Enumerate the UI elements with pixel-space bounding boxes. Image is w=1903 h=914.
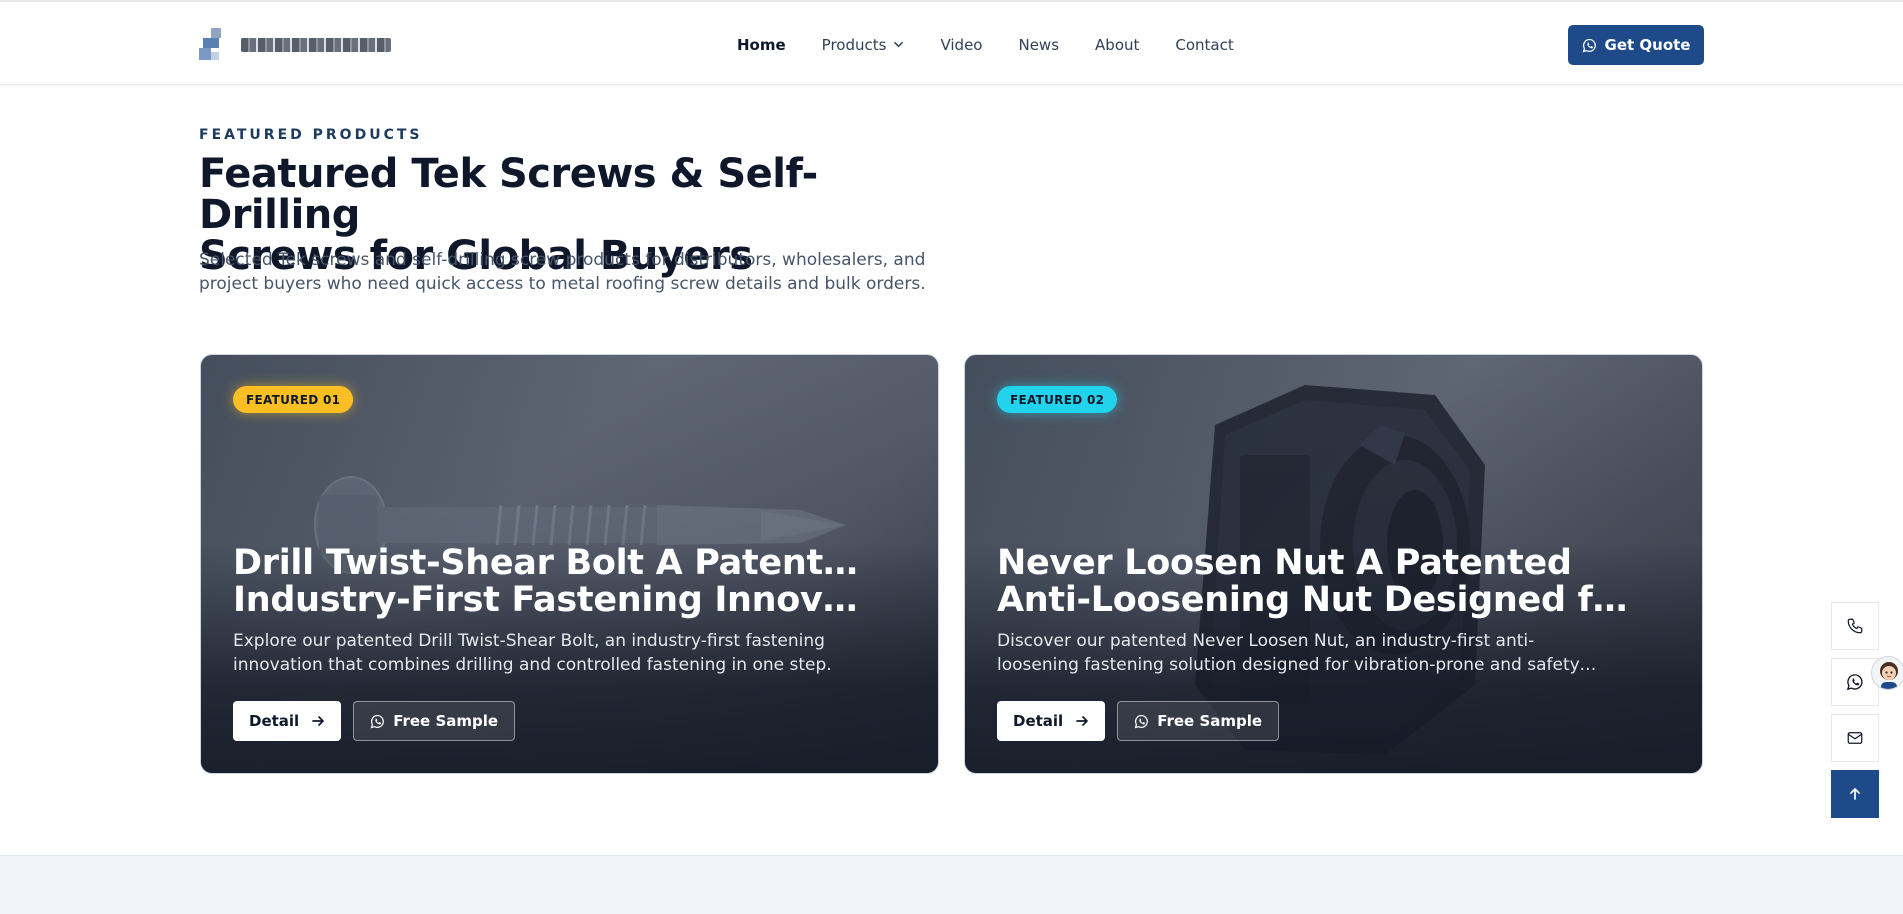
nav-about[interactable]: About bbox=[1095, 36, 1139, 54]
free-sample-button[interactable]: Free Sample bbox=[1117, 701, 1280, 741]
nav-home[interactable]: Home bbox=[737, 36, 786, 54]
card-badge: FEATURED 01 bbox=[233, 386, 354, 413]
support-agent-icon bbox=[1880, 662, 1898, 689]
arrow-right-icon bbox=[312, 716, 325, 726]
card-description: Explore our patented Drill Twist-Shear B… bbox=[233, 629, 833, 677]
card-description-line-1: Explore our patented Drill Twist-Shear B… bbox=[233, 631, 825, 651]
free-sample-label: Free Sample bbox=[393, 712, 499, 730]
nav-video[interactable]: Video bbox=[940, 36, 982, 54]
nav-news-label: News bbox=[1018, 35, 1060, 54]
nav-video-label: Video bbox=[940, 35, 983, 54]
free-sample-label: Free Sample bbox=[1157, 712, 1263, 730]
nav-news[interactable]: News bbox=[1018, 36, 1059, 54]
nav-home-label: Home bbox=[737, 35, 786, 54]
nav-contact[interactable]: Contact bbox=[1175, 36, 1233, 54]
get-quote-button[interactable]: Get Quote bbox=[1568, 25, 1704, 65]
card-actions: Detail Free Sample bbox=[997, 701, 1280, 741]
card-badge: FEATURED 02 bbox=[997, 386, 1118, 413]
mail-icon bbox=[1847, 732, 1863, 744]
phone-icon bbox=[1847, 618, 1863, 634]
whatsapp-icon bbox=[1582, 38, 1596, 52]
nav-contact-label: Contact bbox=[1175, 35, 1234, 54]
featured-card-1[interactable]: FEATURED 01 Drill Twist-Shear Bolt A Pat… bbox=[200, 354, 939, 774]
whatsapp-icon bbox=[1134, 714, 1149, 728]
detail-label: Detail bbox=[1013, 712, 1064, 730]
whatsapp-icon bbox=[1846, 674, 1863, 691]
float-mail-button[interactable] bbox=[1831, 714, 1879, 762]
whatsapp-icon bbox=[370, 714, 385, 728]
card-title-line-2: Industry-First Fastening Innovation bbox=[233, 582, 873, 619]
card-title[interactable]: Never Loosen Nut A Patented Anti-Looseni… bbox=[997, 545, 1637, 619]
card-description-line-2: loosening fastening solution designed fo… bbox=[997, 655, 1597, 675]
section-title-line-1: Featured Tek Screws & Self-Drilling bbox=[199, 151, 818, 238]
detail-button[interactable]: Detail bbox=[233, 701, 342, 741]
featured-card-2[interactable]: FEATURED 02 Never Loosen Nut A Patented … bbox=[964, 354, 1703, 774]
free-sample-button[interactable]: Free Sample bbox=[353, 701, 516, 741]
back-to-top-button[interactable] bbox=[1831, 770, 1879, 818]
section-eyebrow: FEATURED PRODUCTS bbox=[199, 127, 423, 143]
card-actions: Detail Free Sample bbox=[233, 701, 516, 741]
chat-avatar[interactable] bbox=[1871, 656, 1903, 690]
chevron-down-icon bbox=[894, 41, 904, 48]
card-title-line-1: Never Loosen Nut A Patented bbox=[997, 545, 1572, 582]
next-section-band bbox=[0, 855, 1903, 914]
get-quote-label: Get Quote bbox=[1604, 36, 1691, 54]
nav-about-label: About bbox=[1095, 35, 1140, 54]
card-description-line-1: Discover our patented Never Loosen Nut, … bbox=[997, 631, 1535, 651]
card-title[interactable]: Drill Twist-Shear Bolt A Patented, Indus… bbox=[233, 545, 873, 619]
nav-products[interactable]: Products bbox=[822, 36, 905, 54]
card-title-line-2: Anti-Loosening Nut Designed for Vibratio… bbox=[997, 582, 1637, 619]
arrow-right-icon bbox=[1076, 716, 1089, 726]
main-nav: Home Products Video News About Contact bbox=[737, 2, 1270, 87]
nav-products-label: Products bbox=[821, 35, 887, 54]
card-description-line-2: innovation that combines drilling and co… bbox=[233, 655, 832, 675]
site-logo[interactable] bbox=[199, 28, 391, 66]
detail-label: Detail bbox=[249, 712, 300, 730]
float-phone-button[interactable] bbox=[1831, 602, 1879, 650]
site-header: Home Products Video News About Contact G… bbox=[0, 0, 1903, 85]
card-title-line-1: Drill Twist-Shear Bolt A Patented, bbox=[233, 545, 873, 582]
section-description: Selected Tek screws and self-drilling sc… bbox=[199, 250, 926, 294]
arrow-up-icon bbox=[1850, 788, 1860, 800]
card-description: Discover our patented Never Loosen Nut, … bbox=[997, 629, 1597, 677]
detail-button[interactable]: Detail bbox=[997, 701, 1106, 741]
